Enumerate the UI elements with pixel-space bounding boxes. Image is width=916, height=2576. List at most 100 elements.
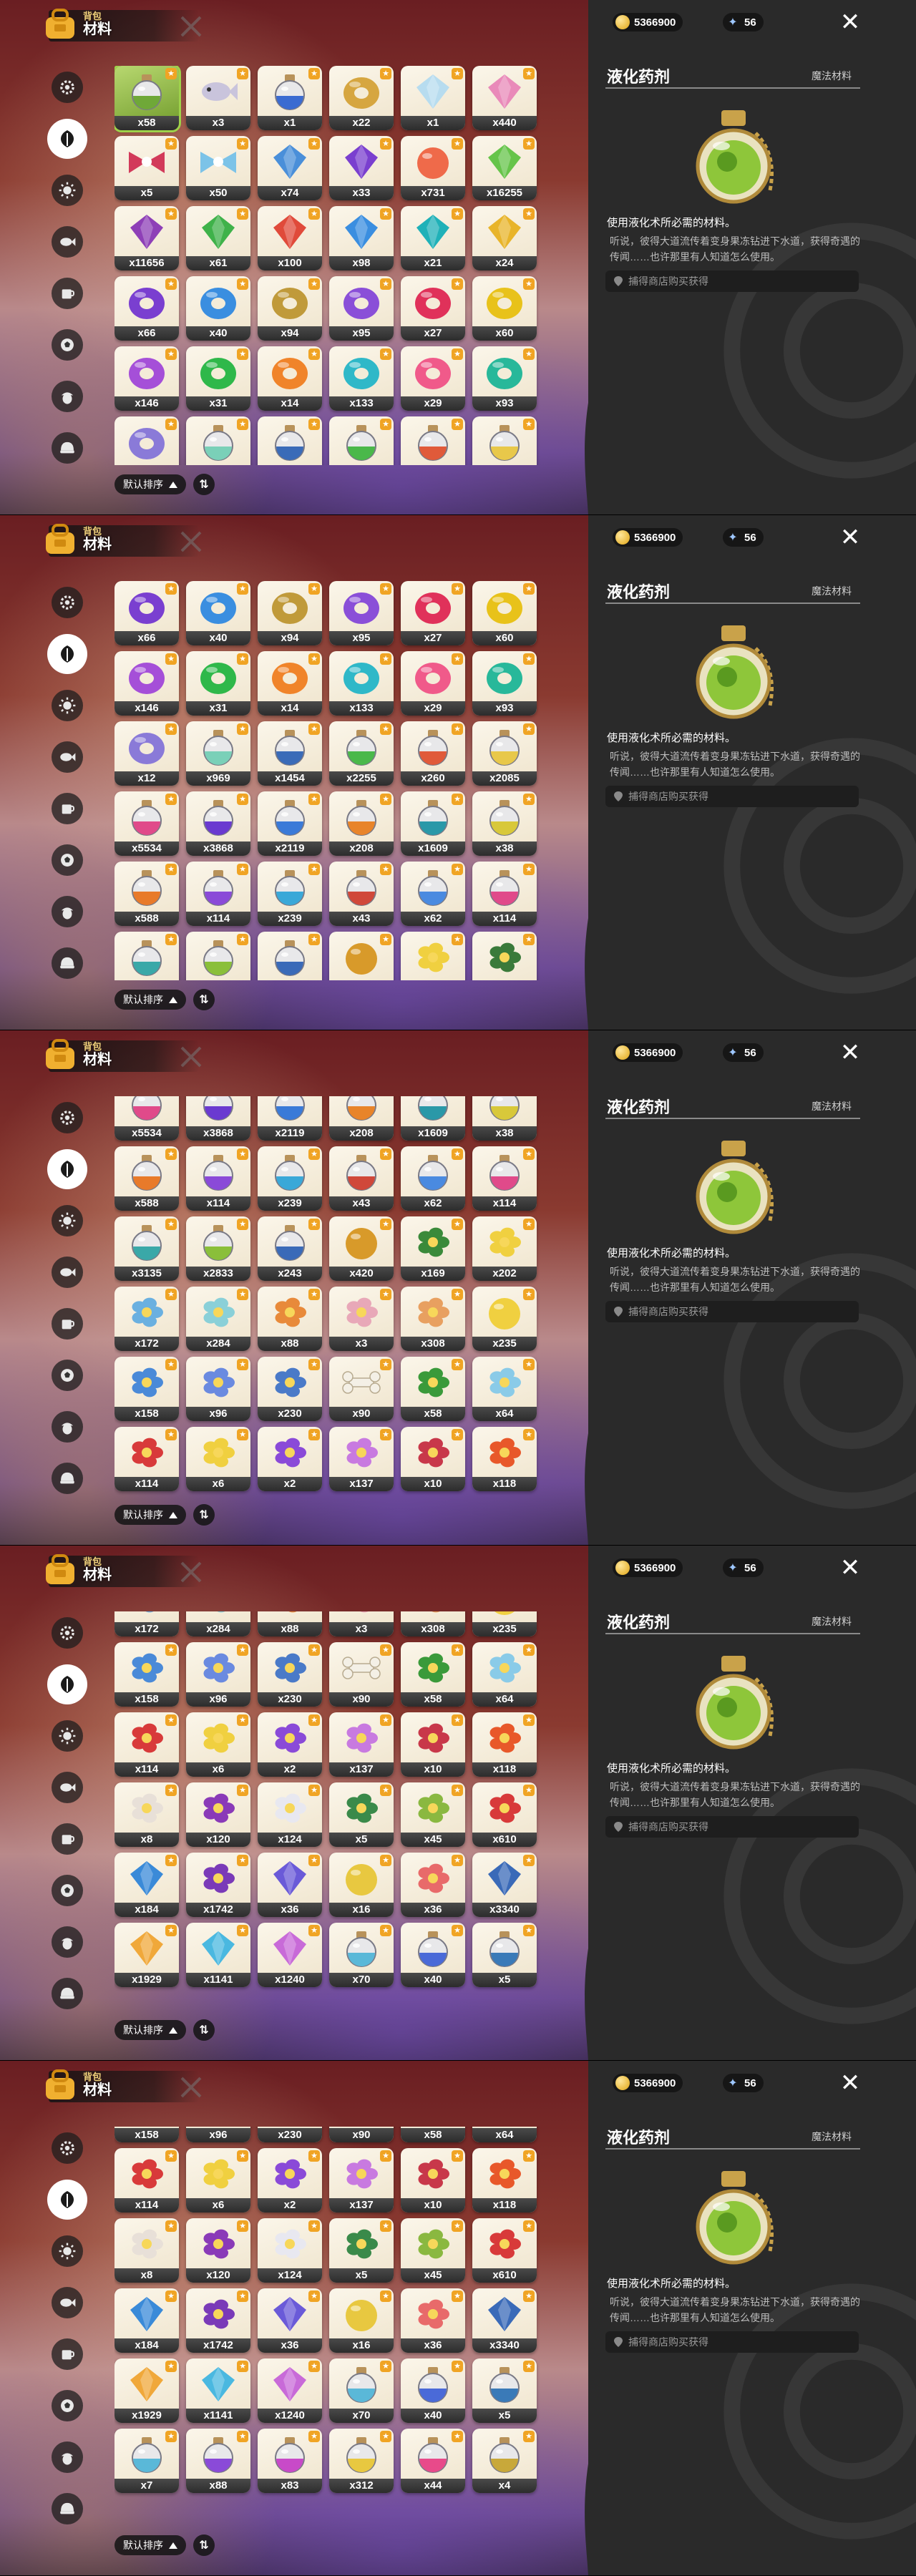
item-slot[interactable]: ★ x1141 — [186, 1923, 250, 1987]
item-slot[interactable]: ★ x114 — [114, 1427, 179, 1491]
item-slot[interactable]: ★x38 — [472, 1096, 537, 1141]
item-slot[interactable]: ★ x93 — [472, 651, 537, 716]
item-slot[interactable]: ★x64 — [472, 2127, 537, 2142]
item-slot[interactable]: ★ x3 — [329, 1287, 394, 1351]
sidebar-tab-leaf[interactable] — [47, 1664, 87, 1704]
item-grid[interactable]: ★x172★x284★x88★x3★x308★x235★x158★x96★x23… — [114, 1611, 544, 2011]
item-slot[interactable]: ★ x29 — [401, 651, 465, 716]
sort-order-toggle[interactable]: ⇅ — [193, 989, 215, 1010]
item-slot[interactable]: ★ x5 — [472, 2358, 537, 2423]
item-slot[interactable]: ★x235 — [472, 1611, 537, 1636]
item-slot[interactable]: ★ x16 — [329, 1853, 394, 1917]
item-slot[interactable]: ★ x44 — [401, 2429, 465, 2493]
item-slot[interactable]: ★ x5 — [329, 2218, 394, 2283]
item-slot[interactable]: ★ x114 — [186, 1146, 250, 1211]
item-slot[interactable]: ★ x137 — [329, 2148, 394, 2212]
item-slot[interactable]: ★x88 — [258, 1611, 322, 1636]
item-slot[interactable]: ★ x114 — [472, 1146, 537, 1211]
item-slot[interactable]: ★ — [472, 416, 537, 465]
item-slot[interactable]: ★ x1742 — [186, 2288, 250, 2353]
item-slot[interactable]: ★ x114 — [472, 862, 537, 926]
item-slot[interactable]: ★x2119 — [258, 1096, 322, 1141]
item-slot[interactable]: ★x158 — [114, 1642, 179, 1707]
item-slot[interactable]: ★ x5 — [472, 1923, 537, 1987]
sort-dropdown[interactable]: 默认排序 — [114, 474, 186, 494]
item-slot[interactable]: ★ x62 — [401, 1146, 465, 1211]
item-slot[interactable]: ★ x1929 — [114, 1923, 179, 1987]
item-slot[interactable]: ★x158 — [114, 2127, 179, 2142]
item-slot[interactable]: ★ x3135 — [114, 1216, 179, 1281]
item-slot[interactable]: ★x308 — [401, 1611, 465, 1636]
item-slot[interactable]: ★x208 — [329, 1096, 394, 1141]
item-slot[interactable]: ★ x243 — [258, 1216, 322, 1281]
item-slot[interactable]: ★x90 — [329, 1357, 394, 1421]
item-slot[interactable]: ★ x1 — [258, 66, 322, 130]
item-slot[interactable]: ★ — [401, 932, 465, 980]
item-slot[interactable]: ★ x11656 — [114, 206, 179, 270]
item-slot[interactable]: ★ x2 — [258, 1712, 322, 1777]
item-slot[interactable]: ★ x40 — [186, 581, 250, 645]
item-slot[interactable]: ★ — [114, 416, 179, 465]
item-slot[interactable]: ★ x14 — [258, 651, 322, 716]
item-slot[interactable]: ★ x124 — [258, 1782, 322, 1847]
item-slot[interactable]: ★x158 — [114, 1357, 179, 1421]
item-slot[interactable]: ★ x31 — [186, 346, 250, 411]
item-slot[interactable]: ★ x6 — [186, 2148, 250, 2212]
item-slot[interactable]: ★x308 — [401, 1287, 465, 1351]
item-slot[interactable]: ★ x260 — [401, 721, 465, 786]
item-slot[interactable]: ★ x1240 — [258, 1923, 322, 1987]
item-slot[interactable]: ★ x66 — [114, 276, 179, 341]
item-slot[interactable]: ★ x36 — [258, 2288, 322, 2353]
item-slot[interactable]: ★x96 — [186, 1357, 250, 1421]
sidebar-tab-cup[interactable] — [52, 1308, 83, 1340]
item-slot[interactable]: ★ x94 — [258, 581, 322, 645]
item-slot[interactable]: ★ x27 — [401, 276, 465, 341]
item-slot[interactable]: ★ x1929 — [114, 2358, 179, 2423]
item-slot[interactable]: ★ — [186, 416, 250, 465]
item-slot[interactable]: ★ x1609 — [401, 791, 465, 856]
sidebar-tab-gear[interactable] — [52, 1617, 83, 1649]
sidebar-tab-cup[interactable] — [52, 1823, 83, 1855]
item-slot[interactable]: ★x5534 — [114, 1096, 179, 1141]
item-slot[interactable]: ★ x43 — [329, 862, 394, 926]
sidebar-tab-acorn[interactable] — [52, 1411, 83, 1443]
item-slot[interactable]: ★ — [258, 932, 322, 980]
sidebar-tab-cup[interactable] — [52, 278, 83, 309]
item-slot[interactable]: ★ x43 — [329, 1146, 394, 1211]
item-slot[interactable]: ★x235 — [472, 1287, 537, 1351]
item-slot[interactable]: ★ x114 — [114, 1712, 179, 1777]
sidebar-tab-fish[interactable] — [52, 2287, 83, 2318]
sidebar-tab-gear[interactable] — [52, 587, 83, 618]
item-slot[interactable]: ★ x24 — [472, 206, 537, 270]
item-slot[interactable]: ★ — [186, 932, 250, 980]
close-button[interactable]: ✕ — [839, 1040, 862, 1065]
item-slot[interactable]: ★ x184 — [114, 1853, 179, 1917]
item-slot[interactable]: ★x90 — [329, 1642, 394, 1707]
item-slot[interactable]: ★ x184 — [114, 2288, 179, 2353]
item-slot[interactable]: ★x88 — [258, 1287, 322, 1351]
item-slot[interactable]: ★ — [329, 932, 394, 980]
sidebar-tab-fish[interactable] — [52, 226, 83, 258]
item-slot[interactable]: ★ x2833 — [186, 1216, 250, 1281]
item-slot[interactable]: ★x96 — [186, 2127, 250, 2142]
item-slot[interactable]: ★ x98 — [329, 206, 394, 270]
item-slot[interactable]: ★x64 — [472, 1357, 537, 1421]
item-slot[interactable]: ★ x118 — [472, 1712, 537, 1777]
item-slot[interactable]: ★ x5 — [114, 136, 179, 200]
sidebar-tab-leaf[interactable] — [47, 1149, 87, 1189]
item-slot[interactable]: ★ x2085 — [472, 721, 537, 786]
item-grid[interactable]: ★x158★x96★x230★x90★x58★x64★x114★x6★x2★x1… — [114, 2127, 544, 2526]
sidebar-tab-acorn[interactable] — [52, 2441, 83, 2473]
item-slot[interactable]: ★x90 — [329, 2127, 394, 2142]
sidebar-tab-cup[interactable] — [52, 2338, 83, 2370]
item-slot[interactable]: ★ x120 — [186, 1782, 250, 1847]
item-slot[interactable]: ★ x45 — [401, 2218, 465, 2283]
item-slot[interactable]: ★ x3868 — [186, 791, 250, 856]
item-slot[interactable]: ★ x133 — [329, 346, 394, 411]
sidebar-tab-ball[interactable] — [52, 2390, 83, 2421]
item-slot[interactable]: ★ x1742 — [186, 1853, 250, 1917]
item-slot[interactable]: ★ x8 — [114, 1782, 179, 1847]
item-slot[interactable]: ★x208 — [329, 791, 394, 856]
sidebar-tab-sun[interactable] — [52, 1720, 83, 1752]
item-slot[interactable]: ★ x169 — [401, 1216, 465, 1281]
